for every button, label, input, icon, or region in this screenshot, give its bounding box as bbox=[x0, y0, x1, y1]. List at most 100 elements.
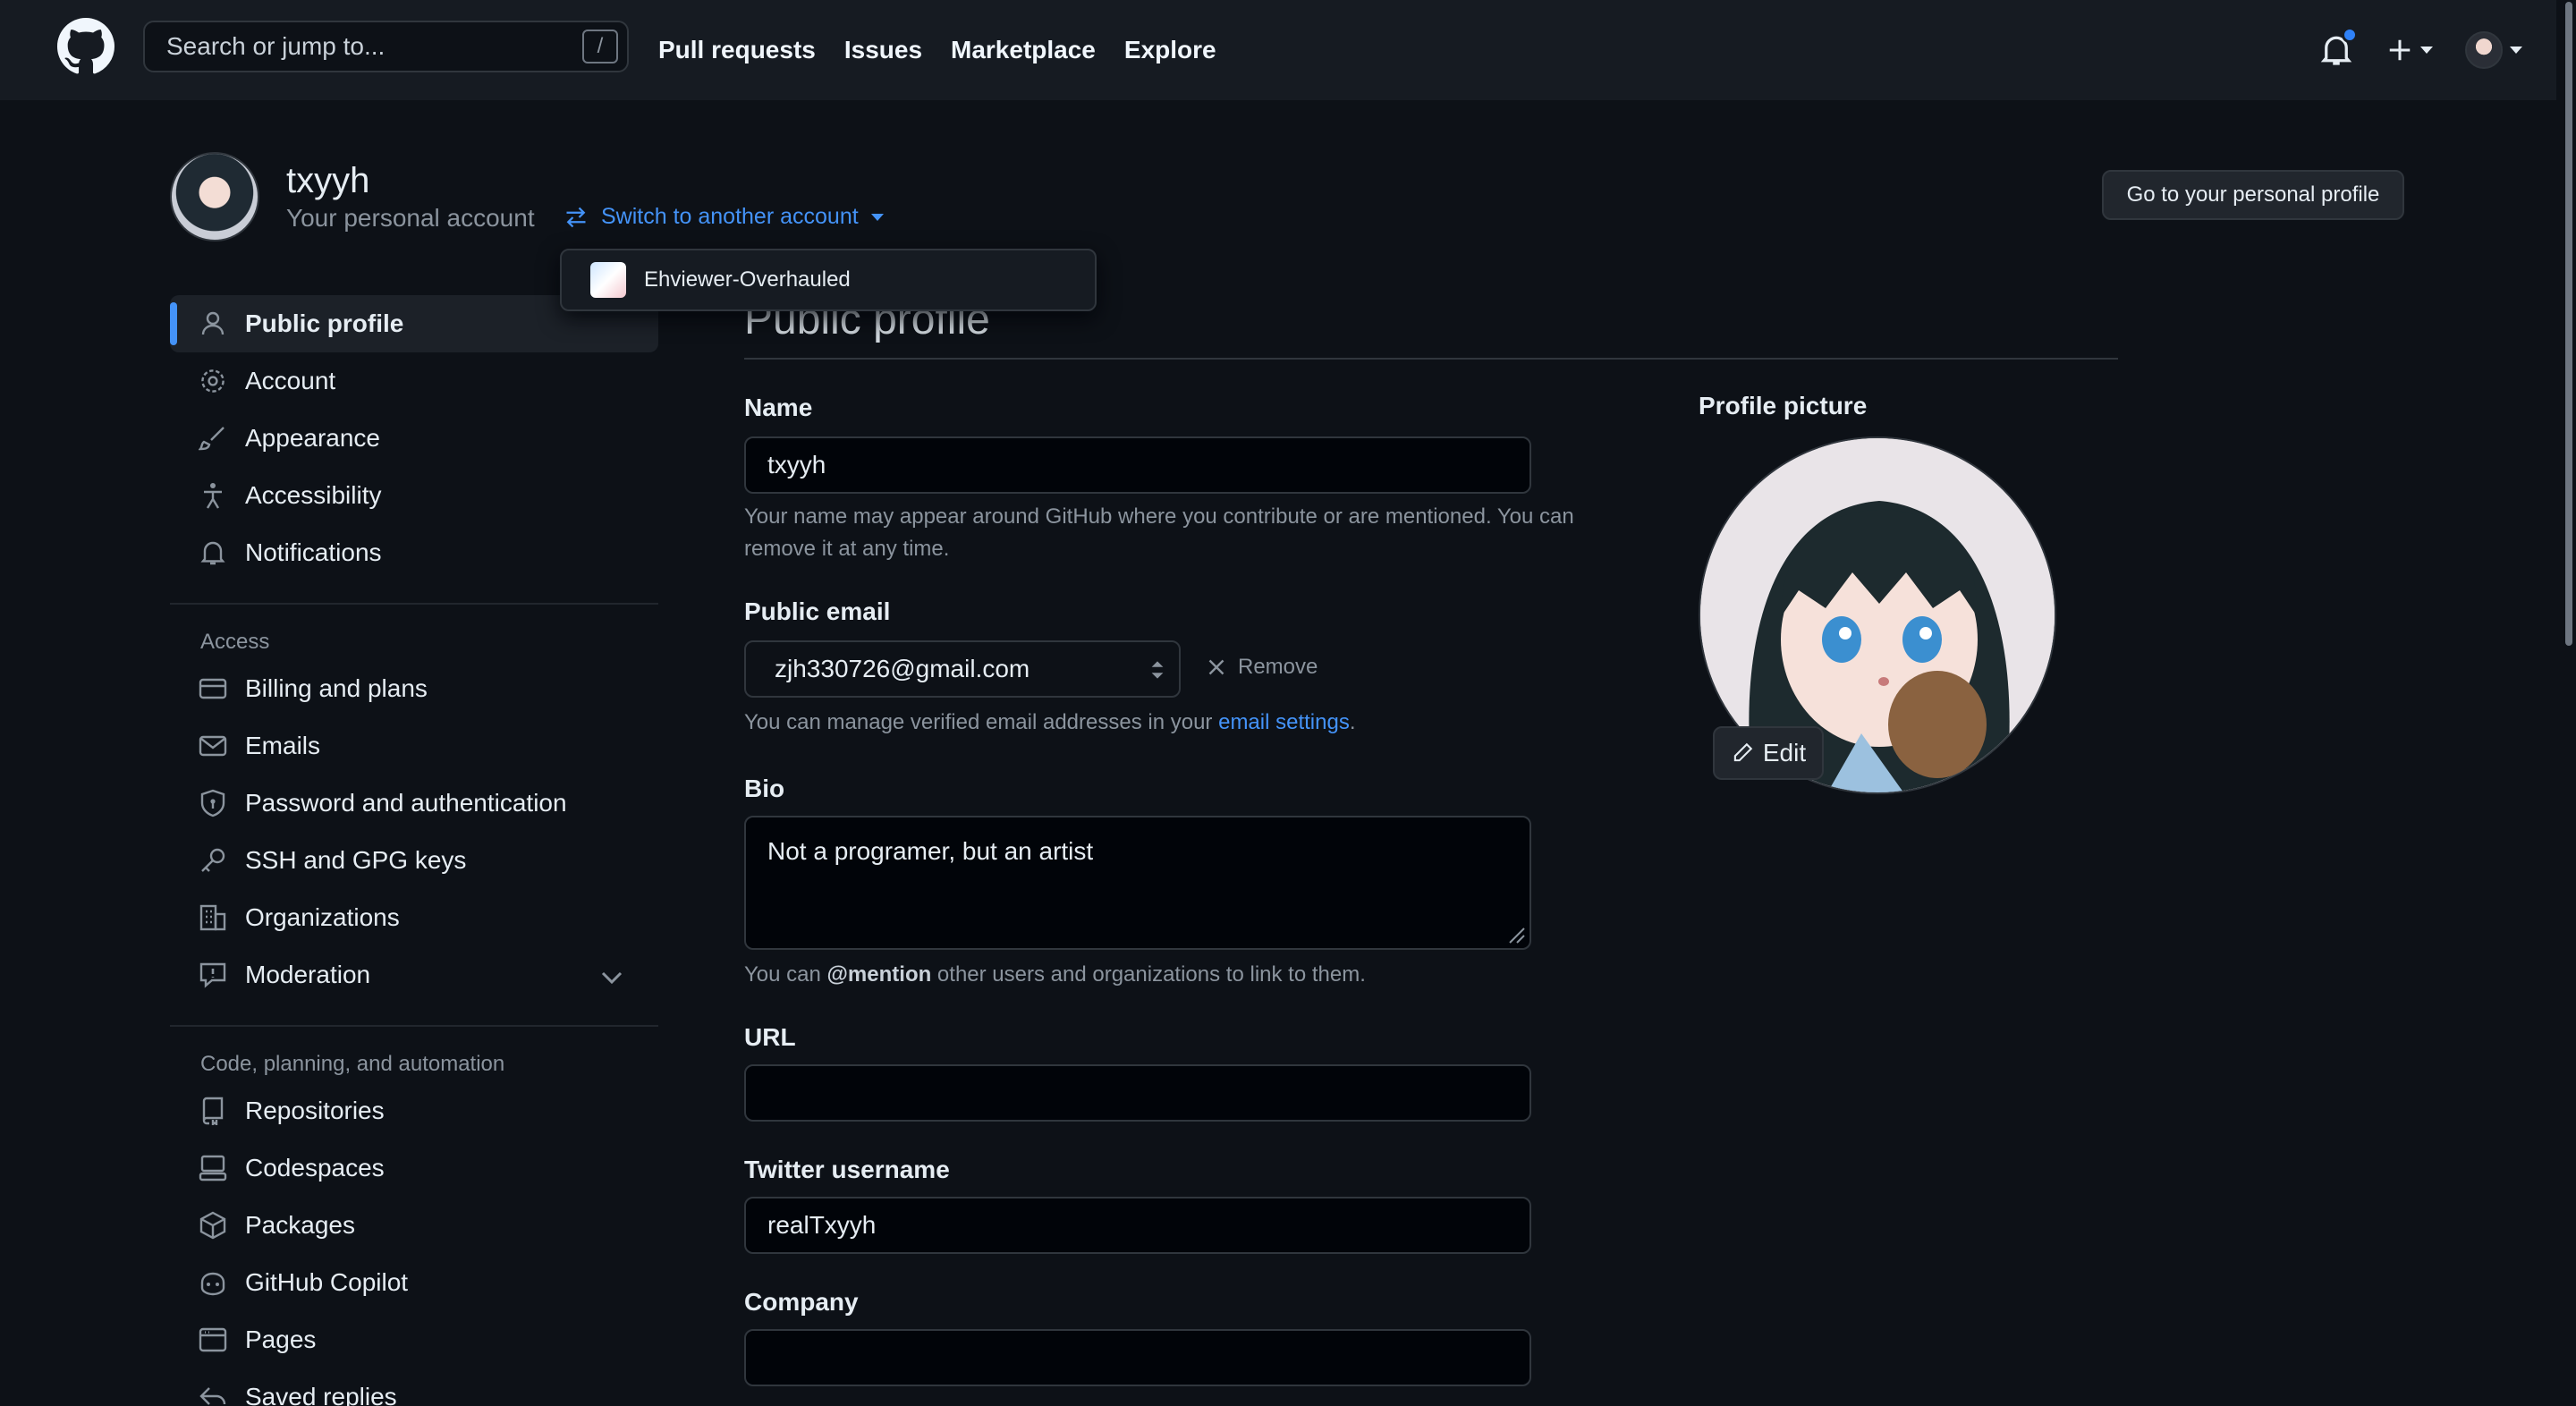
email-help-text: You can manage verified email addresses … bbox=[744, 707, 1356, 739]
sidebar-item-label: Emails bbox=[245, 732, 321, 759]
sidebar-item-copilot[interactable]: GitHub Copilot bbox=[170, 1254, 658, 1311]
sidebar-item-appearance[interactable]: Appearance bbox=[170, 410, 658, 467]
sidebar-item-packages[interactable]: Packages bbox=[170, 1197, 658, 1254]
unread-dot bbox=[2342, 27, 2358, 43]
sidebar-item-label: Account bbox=[245, 367, 336, 394]
profile-picture-label: Profile picture bbox=[1699, 392, 1868, 419]
sidebar-item-label: Accessibility bbox=[245, 481, 382, 509]
org-avatar bbox=[590, 262, 626, 298]
package-icon bbox=[199, 1211, 226, 1240]
nav-marketplace[interactable]: Marketplace bbox=[951, 36, 1096, 64]
sidebar-item-accessibility[interactable]: Accessibility bbox=[170, 467, 658, 524]
gear-icon bbox=[201, 369, 225, 393]
settings-sidebar: Public profile Account Appearance Access… bbox=[170, 295, 658, 1406]
page-scrollbar[interactable] bbox=[2556, 0, 2576, 1406]
edit-picture-button[interactable]: Edit bbox=[1713, 726, 1824, 780]
email-help-suffix: . bbox=[1349, 710, 1356, 734]
sidebar-divider bbox=[170, 1025, 658, 1027]
scrollbar-thumb[interactable] bbox=[2565, 2, 2572, 646]
search-placeholder: Search or jump to... bbox=[166, 32, 386, 60]
sidebar-item-label: Password and authentication bbox=[245, 789, 567, 817]
company-field[interactable] bbox=[744, 1329, 1531, 1386]
organization-icon bbox=[199, 904, 226, 931]
mention-keyword: @mention bbox=[826, 962, 932, 987]
account-subtitle: Your personal account bbox=[286, 204, 535, 232]
name-help-line-2: remove it at any time. bbox=[744, 537, 950, 561]
url-label: URL bbox=[744, 1023, 796, 1051]
sidebar-item-label: Appearance bbox=[245, 424, 381, 452]
copilot-icon bbox=[200, 1272, 225, 1296]
browser-icon bbox=[199, 1327, 227, 1352]
person-icon bbox=[201, 311, 225, 335]
menu-item-ehviewer-overhauled[interactable]: Ehviewer-Overhauled bbox=[644, 267, 851, 292]
sidebar-item-label: Saved replies bbox=[245, 1383, 397, 1406]
bio-textarea[interactable]: Not a programer, but an artist bbox=[744, 816, 1531, 950]
user-menu-button[interactable] bbox=[2465, 31, 2522, 69]
select-arrows-icon bbox=[1151, 661, 1164, 679]
sidebar-item-password[interactable]: Password and authentication bbox=[170, 775, 658, 832]
public-email-select[interactable]: zjh330726@gmail.com bbox=[744, 640, 1181, 698]
sidebar-item-notifications[interactable]: Notifications bbox=[170, 524, 658, 581]
sidebar-item-repositories[interactable]: Repositories bbox=[170, 1082, 658, 1139]
plus-icon bbox=[2389, 39, 2411, 61]
notifications-bell-icon[interactable] bbox=[2318, 27, 2358, 68]
sidebar-item-emails[interactable]: Emails bbox=[170, 717, 658, 775]
create-new-button[interactable] bbox=[2386, 37, 2433, 64]
chevron-down-icon[interactable] bbox=[597, 962, 626, 991]
name-field[interactable]: txyyh bbox=[744, 436, 1531, 494]
switch-account-label: Switch to another account bbox=[601, 204, 859, 229]
reply-icon bbox=[199, 1387, 226, 1405]
sidebar-item-billing[interactable]: Billing and plans bbox=[170, 660, 658, 717]
switch-account-button[interactable]: Switch to another account bbox=[564, 204, 884, 230]
sidebar-item-organizations[interactable]: Organizations bbox=[170, 889, 658, 946]
nav-issues[interactable]: Issues bbox=[844, 36, 922, 64]
sidebar-item-ssh-keys[interactable]: SSH and GPG keys bbox=[170, 832, 658, 889]
mail-icon bbox=[199, 735, 227, 757]
sidebar-divider bbox=[170, 603, 658, 605]
bio-help-text: You can @mention other users and organiz… bbox=[744, 959, 1366, 991]
nav-explore[interactable]: Explore bbox=[1124, 36, 1216, 64]
accessibility-icon bbox=[204, 483, 222, 509]
arrow-switch-icon bbox=[566, 207, 586, 227]
sidebar-item-label: Pages bbox=[245, 1326, 317, 1353]
name-label: Name bbox=[744, 394, 813, 421]
paintbrush-icon bbox=[199, 427, 225, 451]
report-icon bbox=[199, 962, 226, 988]
title-divider bbox=[744, 358, 2118, 360]
sidebar-item-label: Public profile bbox=[245, 309, 404, 337]
sidebar-item-saved-replies[interactable]: Saved replies bbox=[170, 1368, 658, 1406]
sidebar-item-moderation[interactable]: Moderation bbox=[170, 946, 658, 1004]
sidebar-item-codespaces[interactable]: Codespaces bbox=[170, 1139, 658, 1197]
sidebar-item-label: GitHub Copilot bbox=[245, 1268, 409, 1296]
search-input[interactable]: Search or jump to... / bbox=[143, 21, 629, 72]
remove-email-button[interactable]: Remove bbox=[1206, 655, 1318, 680]
global-header: Search or jump to... / Pull requests Iss… bbox=[0, 0, 2576, 100]
go-to-profile-button[interactable]: Go to your personal profile bbox=[2102, 170, 2404, 220]
header-actions bbox=[2318, 0, 2522, 100]
sidebar-item-pages[interactable]: Pages bbox=[170, 1311, 658, 1368]
close-icon bbox=[1208, 659, 1224, 675]
account-avatar bbox=[170, 152, 259, 241]
nav-pull-requests[interactable]: Pull requests bbox=[658, 36, 816, 64]
sidebar-heading-access: Access bbox=[200, 630, 270, 654]
public-email-value: zjh330726@gmail.com bbox=[775, 655, 1030, 682]
company-label: Company bbox=[744, 1288, 859, 1316]
twitter-field[interactable]: realTxyyh bbox=[744, 1197, 1531, 1254]
sidebar-item-account[interactable]: Account bbox=[170, 352, 658, 410]
repo-icon bbox=[202, 1097, 224, 1125]
switch-account-menu: Ehviewer-Overhauled bbox=[560, 249, 1097, 311]
caret-down-icon bbox=[2510, 47, 2522, 54]
sidebar-item-label: Billing and plans bbox=[245, 674, 428, 702]
email-settings-link[interactable]: email settings bbox=[1218, 710, 1350, 734]
bio-help-prefix: You can bbox=[744, 962, 827, 987]
credit-card-icon bbox=[199, 678, 227, 699]
search-shortcut-key: / bbox=[582, 30, 618, 64]
resize-grip-icon[interactable] bbox=[1504, 923, 1526, 944]
sidebar-item-label: Moderation bbox=[245, 961, 371, 988]
bio-help-suffix: other users and organizations to link to… bbox=[931, 962, 1366, 987]
account-username: txyyh bbox=[286, 161, 370, 200]
sidebar-heading-code: Code, planning, and automation bbox=[200, 1052, 505, 1076]
github-logo-icon[interactable] bbox=[57, 18, 114, 75]
url-field[interactable] bbox=[744, 1064, 1531, 1122]
sidebar-item-label: Organizations bbox=[245, 903, 400, 931]
